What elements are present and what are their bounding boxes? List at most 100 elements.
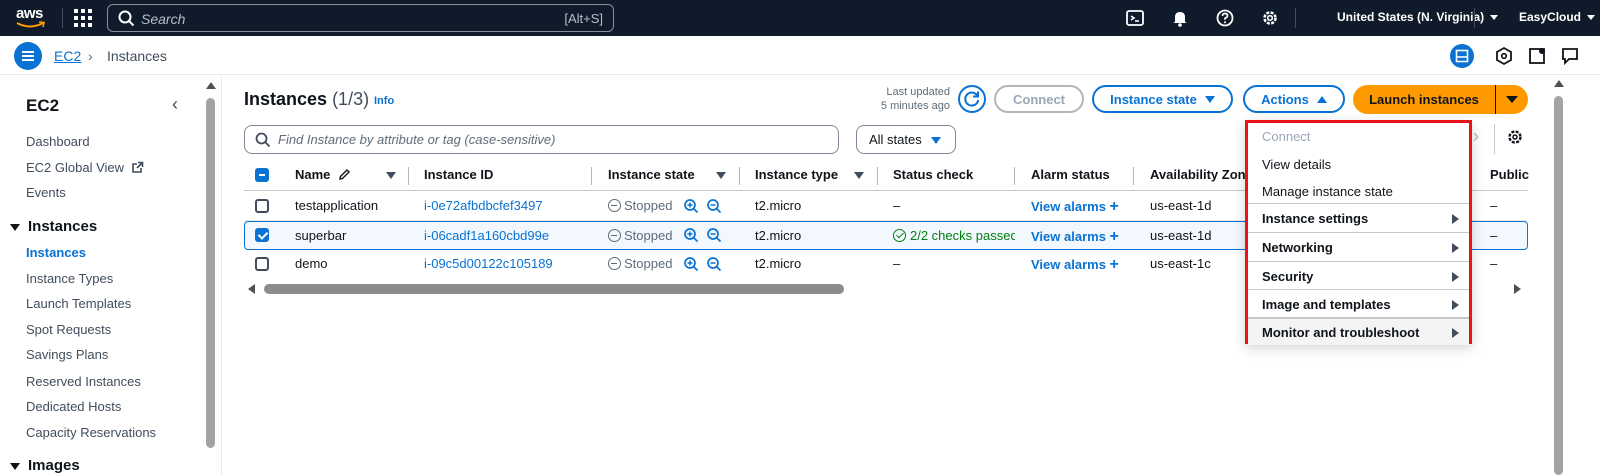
hexagon-icon[interactable]	[1492, 44, 1516, 68]
instance-state-button[interactable]: Instance state	[1092, 85, 1233, 113]
cell-availability-zone: us-east-1d	[1150, 228, 1212, 243]
view-alarms-link[interactable]: View alarms +	[1031, 198, 1119, 216]
column-divider[interactable]	[591, 167, 592, 185]
settings-gear-icon[interactable]	[1260, 8, 1280, 28]
zoom-in-icon[interactable]	[683, 227, 699, 243]
column-header-status-check[interactable]: Status check	[893, 167, 973, 182]
row-checkbox[interactable]	[255, 199, 269, 213]
state-filter-select[interactable]: All states	[856, 125, 956, 154]
breadcrumb-ec2-link[interactable]: EC2	[54, 48, 81, 64]
external-link-icon	[131, 161, 143, 173]
sidebar: EC2 ‹ Dashboard EC2 Global View Events I…	[0, 76, 222, 475]
sidebar-item-instances[interactable]: Instances	[26, 245, 86, 260]
instance-filter-input[interactable]: Find Instance by attribute or tag (case-…	[244, 125, 839, 154]
side-nav-toggle-button[interactable]	[14, 42, 42, 70]
column-divider[interactable]	[1014, 167, 1015, 185]
cloudshell-icon[interactable]	[1125, 8, 1145, 28]
sidebar-item-spot-requests[interactable]: Spot Requests	[26, 322, 111, 337]
column-divider[interactable]	[877, 167, 878, 185]
cell-public: –	[1490, 256, 1498, 271]
sidebar-item-instance-types[interactable]: Instance Types	[26, 271, 113, 286]
column-header-instance-state[interactable]: Instance state	[608, 167, 695, 182]
sidebar-scrollbar[interactable]	[205, 80, 216, 475]
column-header-instance-id[interactable]: Instance ID	[424, 167, 493, 182]
select-all-checkbox[interactable]	[255, 168, 269, 182]
instance-state-label: Instance state	[1110, 91, 1197, 107]
stopped-icon	[608, 199, 621, 212]
sidebar-item-savings-plans[interactable]: Savings Plans	[26, 347, 108, 362]
view-alarms-link[interactable]: View alarms +	[1031, 228, 1119, 246]
bell-icon[interactable]	[1170, 8, 1190, 28]
connect-button[interactable]: Connect	[994, 85, 1084, 113]
notifications-panel-icon[interactable]	[1525, 44, 1549, 68]
services-grid-icon[interactable]	[74, 9, 92, 27]
column-divider[interactable]	[408, 167, 409, 185]
launch-instances-dropdown-button[interactable]	[1495, 85, 1528, 114]
menu-item-connect[interactable]: Connect	[1248, 123, 1469, 151]
view-alarms-label: View alarms	[1031, 229, 1106, 244]
zoom-in-icon[interactable]	[683, 198, 699, 214]
scroll-right-icon[interactable]	[1514, 284, 1521, 294]
column-header-public[interactable]: Public	[1490, 167, 1529, 182]
zoom-in-icon[interactable]	[683, 256, 699, 272]
cell-instance-type: t2.micro	[755, 198, 802, 213]
row-checkbox-checked[interactable]	[255, 228, 269, 242]
scroll-left-icon[interactable]	[248, 284, 255, 294]
sidebar-group-images[interactable]: Images	[10, 457, 80, 474]
cell-status-check: –	[893, 256, 901, 271]
menu-item-image-and-templates[interactable]: Image and templates	[1248, 291, 1469, 319]
state-label: Stopped	[624, 228, 673, 243]
sort-icon[interactable]	[854, 172, 864, 179]
nav-divider	[62, 8, 63, 28]
info-link[interactable]: Info	[374, 95, 394, 107]
split-panel-icon[interactable]	[1450, 44, 1474, 68]
column-divider[interactable]	[739, 167, 740, 185]
aws-logo[interactable]: aws	[14, 4, 50, 32]
sort-icon[interactable]	[386, 172, 396, 179]
search-input[interactable]: Search [Alt+S]	[107, 4, 614, 32]
menu-item-security[interactable]: Security	[1248, 263, 1469, 291]
column-header-instance-type[interactable]: Instance type	[755, 167, 838, 182]
menu-item-networking[interactable]: Networking	[1248, 234, 1469, 262]
state-label: Stopped	[624, 256, 673, 271]
chat-feedback-icon[interactable]	[1558, 44, 1582, 68]
zoom-out-icon[interactable]	[706, 227, 722, 243]
sidebar-item-launch-templates[interactable]: Launch Templates	[26, 296, 131, 311]
menu-item-view-details[interactable]: View details	[1248, 151, 1469, 179]
help-icon[interactable]	[1215, 8, 1235, 28]
instance-id-link[interactable]: i-06cadf1a160cbd99e	[424, 228, 549, 243]
scrollbar-thumb[interactable]	[264, 284, 844, 294]
collapse-sidebar-icon[interactable]: ‹	[172, 94, 178, 115]
menu-item-manage-instance-state[interactable]: Manage instance state	[1248, 178, 1469, 206]
instance-id-link[interactable]: i-09c5d00122c105189	[424, 256, 553, 271]
column-header-availability-zone[interactable]: Availability Zone	[1150, 167, 1253, 182]
cell-name: demo	[295, 256, 328, 271]
column-divider[interactable]	[1133, 167, 1134, 185]
zoom-out-icon[interactable]	[706, 256, 722, 272]
column-header-name[interactable]: Name	[295, 167, 351, 182]
refresh-button[interactable]	[958, 85, 986, 113]
column-header-alarm-status[interactable]: Alarm status	[1031, 167, 1110, 182]
sort-icon[interactable]	[716, 172, 726, 179]
page-vertical-scrollbar[interactable]	[1552, 76, 1566, 475]
table-preferences-gear-icon[interactable]	[1506, 128, 1524, 146]
actions-button[interactable]: Actions	[1243, 85, 1345, 113]
sidebar-item-reserved-instances[interactable]: Reserved Instances	[26, 374, 141, 389]
sidebar-item-dashboard[interactable]: Dashboard	[26, 134, 90, 149]
menu-item-monitor-and-troubleshoot[interactable]: Monitor and troubleshoot	[1248, 317, 1469, 345]
menu-divider	[1248, 261, 1469, 262]
sidebar-item-dedicated-hosts[interactable]: Dedicated Hosts	[26, 399, 121, 414]
zoom-out-icon[interactable]	[706, 198, 722, 214]
view-alarms-link[interactable]: View alarms +	[1031, 256, 1119, 274]
sidebar-item-capacity-reservations[interactable]: Capacity Reservations	[26, 425, 156, 440]
row-checkbox[interactable]	[255, 257, 269, 271]
cell-instance-state: Stopped	[608, 198, 672, 213]
account-menu[interactable]: EasyCloud	[1519, 10, 1596, 24]
next-page-icon[interactable]: ›	[1473, 126, 1479, 147]
instance-id-link[interactable]: i-0e72afbdbcfef3497	[424, 198, 543, 213]
launch-instances-button[interactable]: Launch instances	[1353, 85, 1495, 114]
sidebar-item-global-view[interactable]: EC2 Global View	[26, 160, 144, 175]
sidebar-item-events[interactable]: Events	[26, 185, 66, 200]
menu-item-instance-settings[interactable]: Instance settings	[1248, 205, 1469, 233]
sidebar-group-instances[interactable]: Instances	[10, 218, 97, 235]
